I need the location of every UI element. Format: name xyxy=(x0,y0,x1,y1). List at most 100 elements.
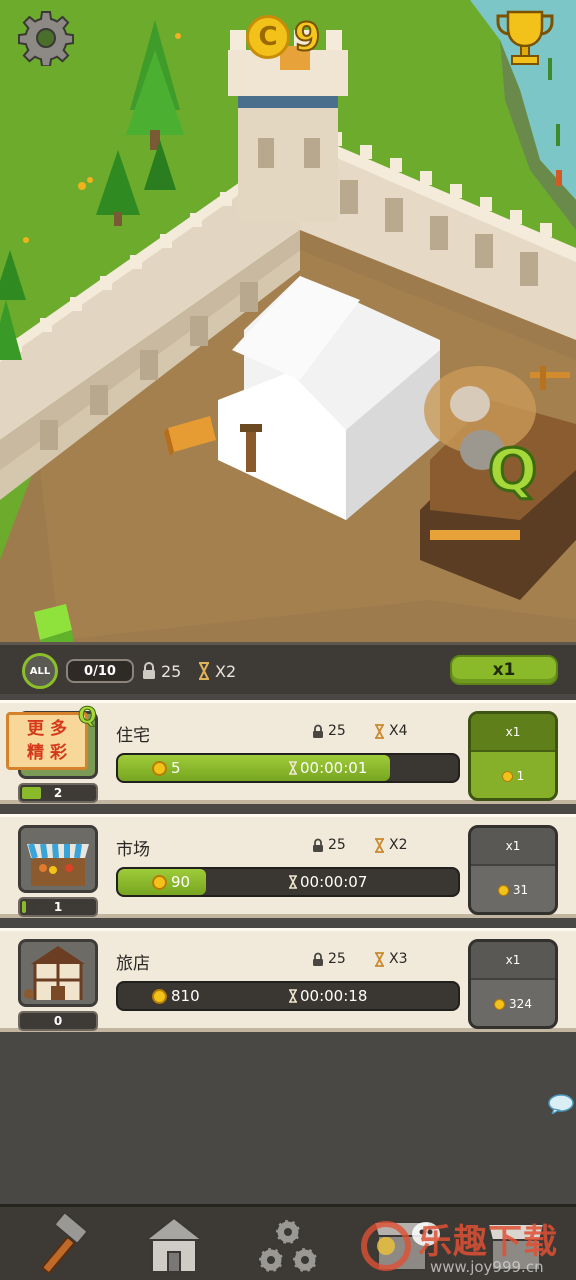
gears-icon xyxy=(257,1218,319,1274)
hourglass-icon xyxy=(375,837,384,853)
building-card-market: 1 市场 25 X2 90 00:00:07 x1 31 xyxy=(0,814,576,918)
unlock-stat: 25 xyxy=(312,837,346,853)
multiplier-stat: X3 xyxy=(374,951,408,967)
unlock-value: 25 xyxy=(328,723,346,739)
unlock-stat: 25 xyxy=(312,723,346,739)
watermark-url: www.joy999.cn xyxy=(430,1258,544,1276)
timer-value: 00:00:18 xyxy=(300,987,368,1005)
level-fill xyxy=(22,787,41,799)
game-scene[interactable]: C 9 Q xyxy=(0,0,576,648)
status-bar: ALL 0/10 25 X2 x1 xyxy=(0,642,576,694)
watermark-text: 乐趣下载 xyxy=(418,1222,558,1262)
promo-line-1: 更 多 xyxy=(27,719,67,739)
quest-marker[interactable]: Q xyxy=(487,435,546,508)
level-value: 2 xyxy=(53,786,63,800)
multiplier-stat: X4 xyxy=(374,723,408,739)
gear-icon xyxy=(18,11,74,66)
buy-price: 324 xyxy=(471,982,555,1026)
hourglass-icon xyxy=(289,989,297,1003)
hourglass-icon xyxy=(289,761,297,775)
coin-icon: C xyxy=(246,15,290,59)
buy-price-value: 324 xyxy=(509,997,532,1011)
buy-price: 31 xyxy=(471,868,555,912)
slot-count: 0/10 xyxy=(66,659,134,683)
building-card-inn: 0 旅店 25 X3 810 00:00:18 x1 324 xyxy=(0,928,576,1032)
lock-stat: 25 xyxy=(142,659,181,683)
buy-price-value: 31 xyxy=(512,883,529,897)
promo-line-2: 精 彩 xyxy=(27,743,67,763)
multiplier-value: X2 xyxy=(389,837,408,853)
production-amount: 810 xyxy=(171,987,200,1005)
building-name: 市场 xyxy=(116,840,150,860)
nav-build[interactable] xyxy=(20,1213,100,1279)
buy-button[interactable]: x1 1 xyxy=(468,711,558,801)
unlock-value: 25 xyxy=(328,837,346,853)
production-value: 810 xyxy=(152,987,200,1005)
production-progress: 90 00:00:07 xyxy=(116,867,460,897)
trophy-icon xyxy=(496,10,554,65)
buy-price-value: 1 xyxy=(516,769,525,783)
promo-quest-badge: Q xyxy=(78,704,98,730)
market-stall-icon xyxy=(21,828,95,890)
production-value: 5 xyxy=(152,759,181,777)
buy-quantity: x1 xyxy=(471,714,555,752)
building-thumbnail[interactable] xyxy=(18,825,98,893)
coin-count: 9 xyxy=(293,14,321,60)
coin-icon xyxy=(494,998,506,1010)
building-level: 2 xyxy=(18,783,98,803)
coin-icon xyxy=(497,884,509,896)
coin-icon xyxy=(152,874,167,890)
production-timer: 00:00:07 xyxy=(288,873,367,891)
unlock-stat: 25 xyxy=(312,951,346,967)
promo-banner[interactable]: 更 多 精 彩 xyxy=(6,712,88,770)
coin-icon xyxy=(152,760,167,776)
multiplier-value: X4 xyxy=(389,723,408,739)
production-amount: 90 xyxy=(171,873,191,891)
hourglass-icon xyxy=(375,951,384,967)
building-level: 0 xyxy=(18,1011,98,1031)
production-amount: 5 xyxy=(171,759,181,777)
timer-value: 00:00:07 xyxy=(300,873,368,891)
inn-icon xyxy=(21,942,95,1004)
speed-value: X2 xyxy=(215,661,237,681)
production-timer: 00:00:01 xyxy=(288,759,367,777)
multiplier-value: X3 xyxy=(389,951,408,967)
hourglass-icon xyxy=(199,662,209,680)
lock-icon xyxy=(313,838,323,852)
coin-icon xyxy=(152,988,167,1004)
buy-quantity: x1 xyxy=(471,828,555,866)
building-thumbnail[interactable] xyxy=(18,939,98,1007)
production-progress: 810 00:00:18 xyxy=(116,981,460,1011)
trophy-button[interactable] xyxy=(494,6,560,72)
level-value: 0 xyxy=(53,1014,63,1028)
chat-bubble-icon[interactable] xyxy=(548,1094,574,1114)
building-name: 旅店 xyxy=(116,954,150,974)
multiplier-stat: X2 xyxy=(374,837,408,853)
building-level: 1 xyxy=(18,897,98,917)
buy-button[interactable]: x1 324 xyxy=(468,939,558,1029)
settings-button[interactable] xyxy=(18,10,76,68)
production-value: 90 xyxy=(152,873,190,891)
buy-button[interactable]: x1 31 xyxy=(468,825,558,915)
level-value: 1 xyxy=(53,900,63,914)
nav-buildings[interactable] xyxy=(134,1213,214,1279)
lock-value: 25 xyxy=(161,661,182,681)
lock-icon xyxy=(313,724,323,738)
nav-upgrades[interactable] xyxy=(248,1213,328,1279)
production-timer: 00:00:18 xyxy=(288,987,367,1005)
buy-quantity: x1 xyxy=(471,942,555,980)
castle-scene-art xyxy=(0,0,576,648)
unlock-value: 25 xyxy=(328,951,346,967)
hammer-icon xyxy=(41,1214,88,1274)
coin-icon xyxy=(501,770,513,782)
lock-icon xyxy=(143,662,155,679)
building-list[interactable]: 2 住宅 25 X4 5 00:00:01 x1 1 1 市场 25 X2 90… xyxy=(0,694,576,1204)
speed-stat: X2 xyxy=(198,659,236,683)
filter-all-button[interactable]: ALL xyxy=(22,653,58,689)
production-progress: 5 00:00:01 xyxy=(116,753,460,783)
lock-icon xyxy=(313,952,323,966)
coin-counter: C 9 xyxy=(246,14,321,60)
level-fill xyxy=(22,901,26,913)
buy-multiplier-button[interactable]: x1 xyxy=(450,655,558,685)
building-name: 住宅 xyxy=(116,726,150,746)
